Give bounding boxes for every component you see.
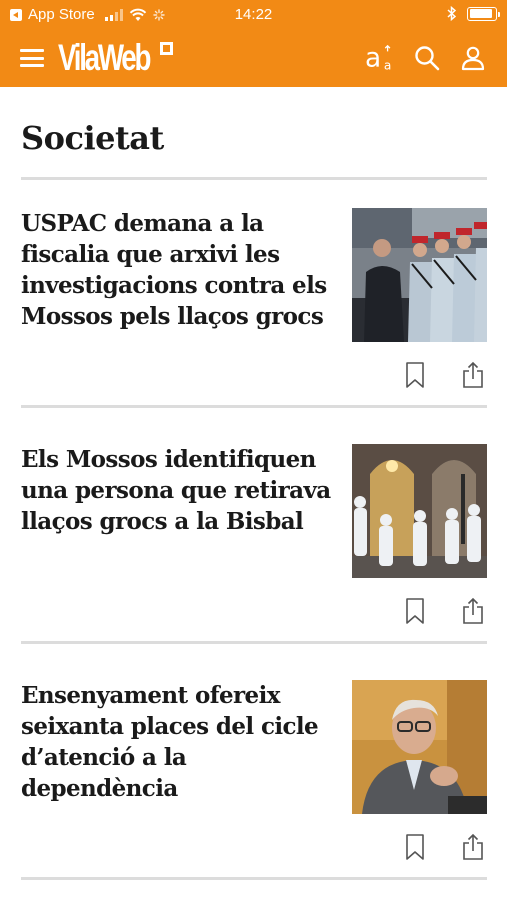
battery-icon bbox=[467, 6, 500, 21]
article-image[interactable] bbox=[352, 444, 487, 578]
article-item[interactable]: USPAC demana a la fiscalia que arxivi le… bbox=[21, 208, 487, 398]
app-bar: VilaWeb a a bbox=[0, 30, 507, 87]
logo-badge-icon bbox=[159, 42, 173, 55]
divider bbox=[21, 177, 487, 180]
logo[interactable]: VilaWeb bbox=[58, 37, 173, 79]
status-bar: App Store 14:22 bbox=[0, 0, 507, 30]
user-icon[interactable] bbox=[457, 42, 489, 74]
status-time: 14:22 bbox=[234, 6, 273, 23]
article-image[interactable] bbox=[352, 208, 487, 342]
font-size-icon[interactable]: a a bbox=[365, 42, 397, 74]
share-icon[interactable] bbox=[459, 596, 487, 626]
share-icon[interactable] bbox=[459, 360, 487, 390]
article-headline[interactable]: Els Mossos identifiquen una persona que … bbox=[21, 444, 336, 537]
share-icon[interactable] bbox=[459, 832, 487, 862]
section-title: Societat bbox=[21, 119, 164, 157]
bluetooth-icon bbox=[447, 6, 457, 21]
search-icon[interactable] bbox=[411, 42, 443, 74]
bookmark-icon[interactable] bbox=[401, 596, 429, 626]
article-item[interactable]: Ensenyament ofereix seixanta places del … bbox=[21, 680, 487, 870]
article-headline[interactable]: Ensenyament ofereix seixanta places del … bbox=[21, 680, 336, 804]
svg-text:a: a bbox=[365, 43, 381, 73]
app-header: App Store 14:22 VilaWeb a a bbox=[0, 0, 507, 87]
article-image[interactable] bbox=[352, 680, 487, 814]
battery-level bbox=[469, 9, 492, 18]
divider bbox=[21, 877, 487, 880]
bookmark-icon[interactable] bbox=[401, 832, 429, 862]
article-headline[interactable]: USPAC demana a la fiscalia que arxivi le… bbox=[21, 208, 336, 332]
menu-icon[interactable] bbox=[20, 47, 44, 69]
bookmark-icon[interactable] bbox=[401, 360, 429, 390]
divider bbox=[21, 405, 487, 408]
article-item[interactable]: Els Mossos identifiquen una persona que … bbox=[21, 444, 487, 634]
svg-text:a: a bbox=[384, 58, 392, 72]
divider bbox=[21, 641, 487, 644]
logo-text: VilaWeb bbox=[58, 37, 151, 78]
